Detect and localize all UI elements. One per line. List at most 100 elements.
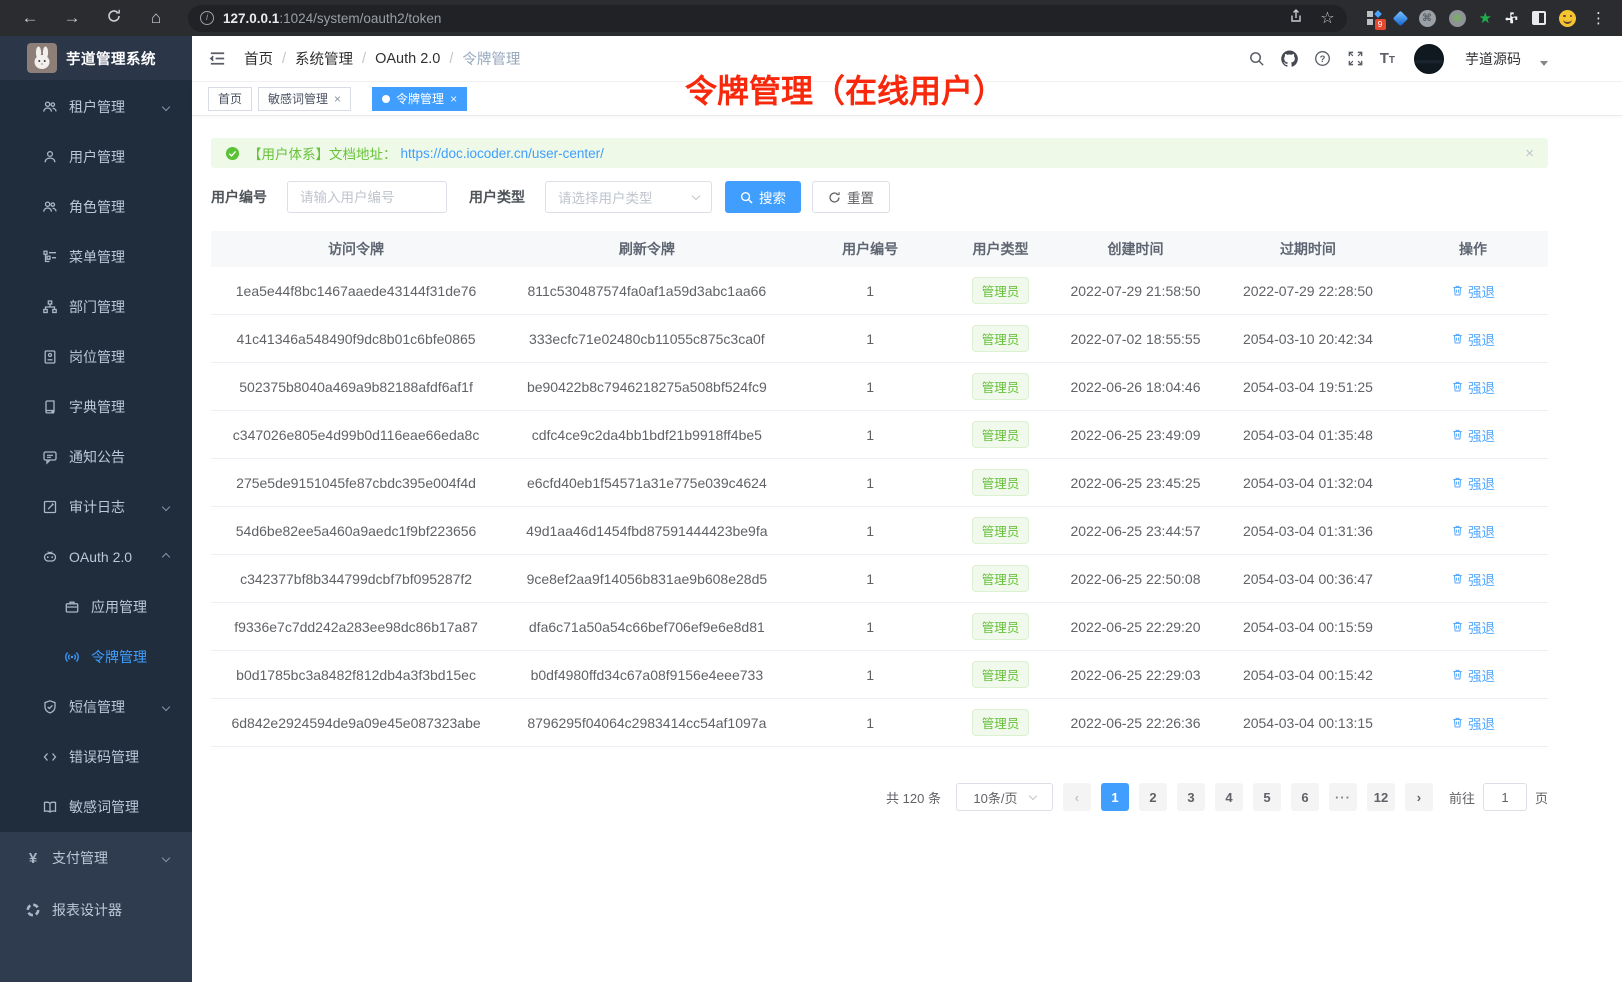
sidebar-item-oauth2[interactable]: OAuth 2.0 <box>0 532 192 582</box>
sidebar-item-dept[interactable]: 部门管理 <box>0 282 192 332</box>
share-icon[interactable] <box>1288 8 1304 29</box>
puzzle-extensions-icon[interactable] <box>1505 11 1519 25</box>
force-logout-button[interactable]: 强退 <box>1451 329 1495 349</box>
reload-icon[interactable] <box>104 8 124 29</box>
user-type-cell: 管理员 <box>948 661 1054 688</box>
force-logout-button[interactable]: 强退 <box>1451 665 1495 685</box>
col-user-type: 用户类型 <box>948 239 1054 259</box>
prev-page-button[interactable]: ‹ <box>1063 783 1091 811</box>
back-icon[interactable]: ← <box>20 8 40 28</box>
created-time-cell: 2022-06-25 22:50:08 <box>1053 571 1217 587</box>
page-button[interactable]: 5 <box>1253 783 1281 811</box>
page-jump-input[interactable] <box>1483 783 1527 811</box>
created-time-cell: 2022-06-25 23:45:25 <box>1053 475 1217 491</box>
app-logo[interactable]: 芋道管理系统 <box>0 36 192 80</box>
sidebar-item-audit-log[interactable]: 审计日志 <box>0 482 192 532</box>
doc-link[interactable]: https://doc.iocoder.cn/user-center/ <box>401 146 604 161</box>
force-logout-button[interactable]: 强退 <box>1451 377 1495 397</box>
page-button[interactable]: 2 <box>1139 783 1167 811</box>
audit-log-icon <box>42 499 58 515</box>
sidebar-item-sensitive-words[interactable]: 敏感词管理 <box>0 782 192 832</box>
force-logout-button[interactable]: 强退 <box>1451 521 1495 541</box>
url-bar[interactable]: i 127.0.0.1:1024/system/oauth2/token ☆ <box>188 5 1347 32</box>
sidebar-item-notice[interactable]: 通知公告 <box>0 432 192 482</box>
next-page-button[interactable]: › <box>1405 783 1433 811</box>
pagination: 共 120 条 10条/页 ‹ 123456···12 › 前往 页 <box>211 783 1548 811</box>
sidebar-fold-icon[interactable] <box>208 49 227 68</box>
refresh-token-cell: 333ecfc71e02480cb11055c875c3ca0f <box>501 331 792 347</box>
sidebar-item-token-manage[interactable]: 令牌管理 <box>0 632 192 682</box>
table-row: 41c41346a548490f9dc8b01c6bfe0865 333ecfc… <box>211 315 1548 363</box>
font-size-icon[interactable]: TT <box>1380 50 1395 68</box>
username[interactable]: 芋道源码 <box>1465 49 1521 69</box>
breadcrumb: 首页/ 系统管理/ OAuth 2.0/ 令牌管理 <box>244 48 520 69</box>
tab-manager-extension-icon[interactable]: 9 <box>1367 11 1382 26</box>
alert-close-icon[interactable]: × <box>1525 145 1534 162</box>
chevron-down-icon <box>162 503 170 511</box>
sidebar-item-post[interactable]: 岗位管理 <box>0 332 192 382</box>
force-logout-button[interactable]: 强退 <box>1451 569 1495 589</box>
table-header: 访问令牌 刷新令牌 用户编号 用户类型 创建时间 过期时间 操作 <box>211 231 1548 267</box>
force-logout-button[interactable]: 强退 <box>1451 473 1495 493</box>
split-view-extension-icon[interactable] <box>1532 11 1546 25</box>
sidebar-item-dict[interactable]: 字典管理 <box>0 382 192 432</box>
force-logout-button[interactable]: 强退 <box>1451 617 1495 637</box>
forward-icon[interactable]: → <box>62 8 82 28</box>
github-icon[interactable] <box>1281 50 1299 68</box>
sidebar-item-pay[interactable]: ¥ 支付管理 <box>0 832 192 884</box>
command-extension-icon[interactable]: ⌘ <box>1419 10 1436 27</box>
site-info-icon[interactable]: i <box>200 11 214 25</box>
fullscreen-icon[interactable] <box>1347 50 1365 68</box>
force-logout-button[interactable]: 强退 <box>1451 425 1495 445</box>
search-button[interactable]: 搜索 <box>725 181 801 213</box>
caret-down-icon[interactable] <box>1540 61 1548 66</box>
home-icon[interactable]: ⌂ <box>146 8 166 28</box>
sidebar-item-menu[interactable]: 菜单管理 <box>0 232 192 282</box>
trash-icon <box>1451 668 1464 681</box>
breadcrumb-current: 令牌管理 <box>462 48 520 69</box>
sidebar-item-errcode[interactable]: 错误码管理 <box>0 732 192 782</box>
sidebar-item-tenant[interactable]: 租户管理 <box>0 82 192 132</box>
diamond-extension-icon[interactable] <box>1392 10 1408 26</box>
user-type-select[interactable]: 请选择用户类型 <box>545 181 712 213</box>
tab-sensitive-words[interactable]: 敏感词管理× <box>258 87 351 111</box>
expire-time-cell: 2054-03-04 00:15:42 <box>1218 667 1398 683</box>
page-button[interactable]: ··· <box>1329 783 1357 811</box>
page-button[interactable]: 4 <box>1215 783 1243 811</box>
user-type-badge: 管理员 <box>972 277 1030 304</box>
page-button[interactable]: 6 <box>1291 783 1319 811</box>
code-icon <box>42 749 58 765</box>
help-icon[interactable]: ? <box>1314 50 1332 68</box>
sidebar-item-oauth-apps[interactable]: 应用管理 <box>0 582 192 632</box>
emoji-profile-icon[interactable] <box>1559 10 1576 27</box>
sidebar-item-role[interactable]: 角色管理 <box>0 182 192 232</box>
breadcrumb-system[interactable]: 系统管理 <box>295 48 353 69</box>
force-logout-button[interactable]: 强退 <box>1451 713 1495 733</box>
tab-token-manage[interactable]: 令牌管理× <box>372 87 467 111</box>
access-token-cell: 54d6be82ee5a460a9aedc1f9bf223656 <box>211 523 501 539</box>
sidebar-item-sms[interactable]: 短信管理 <box>0 682 192 732</box>
sidebar-item-report-designer[interactable]: 报表设计器 <box>0 884 192 936</box>
breadcrumb-oauth[interactable]: OAuth 2.0 <box>375 51 440 67</box>
search-icon[interactable] <box>1248 50 1266 68</box>
expire-time-cell: 2054-03-04 01:32:04 <box>1218 475 1398 491</box>
tab-home[interactable]: 首页 <box>208 87 252 111</box>
sidebar-item-user[interactable]: 用户管理 <box>0 132 192 182</box>
star-extension-icon[interactable]: ★ <box>1479 9 1492 27</box>
recorder-extension-icon[interactable] <box>1449 10 1466 27</box>
extension-icons: 9 ⌘ ★ ⋮ <box>1361 9 1612 27</box>
page-button[interactable]: 1 <box>1101 783 1129 811</box>
bookmark-star-icon[interactable]: ☆ <box>1320 8 1334 28</box>
user-avatar[interactable] <box>1414 44 1444 74</box>
page-size-select[interactable]: 10条/页 <box>956 783 1053 811</box>
page-button[interactable]: 12 <box>1367 783 1395 811</box>
created-time-cell: 2022-06-25 22:29:03 <box>1053 667 1217 683</box>
reset-button[interactable]: 重置 <box>812 181 890 213</box>
close-icon[interactable]: × <box>334 92 341 106</box>
force-logout-button[interactable]: 强退 <box>1451 281 1495 301</box>
breadcrumb-home[interactable]: 首页 <box>244 48 273 69</box>
user-id-input[interactable] <box>287 181 447 213</box>
close-icon[interactable]: × <box>450 92 457 106</box>
browser-menu-icon[interactable]: ⋮ <box>1589 9 1606 27</box>
page-button[interactable]: 3 <box>1177 783 1205 811</box>
